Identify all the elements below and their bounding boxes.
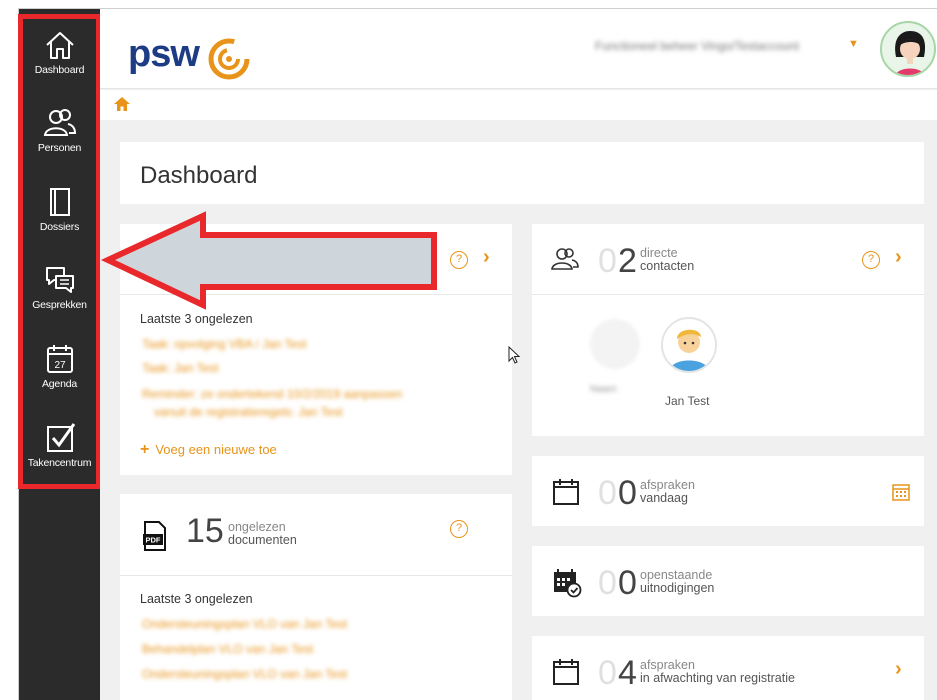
user-name[interactable]: Functioneel beheer Vingo/Testaccount [595,39,799,53]
logo-text: psw [128,33,200,75]
divider [532,294,924,295]
chevron-down-icon[interactable]: ▼ [848,38,859,50]
count-prefix: 0 [598,474,617,512]
list-item[interactable]: Reminder: ze ondertekend 10/2/2019 aanpa… [142,387,402,401]
avatar[interactable] [880,21,936,77]
section-label: Laatste 3 ongelezen [140,592,253,606]
count-prefix: 0 [598,564,617,602]
list-item[interactable]: Ondersteuningsplan VLO van Jan Test [142,667,347,681]
help-icon[interactable]: ? [450,251,468,269]
pending-caption: afspraken in afwachting van registratie [640,659,795,685]
sidebar-item-label: Gesprekken [32,299,87,311]
top-bar: psw Functioneel beheer Vingo/Testaccount… [100,9,937,89]
sidebar-item-label: Personen [37,142,82,154]
contacts-caption: directe contacten [640,247,694,273]
documents-count: 15 [186,512,224,550]
add-new-link[interactable]: + Voeg een nieuwe toe [140,441,277,459]
appointments-today-card: 0 0 afspraken vandaag [532,456,924,526]
calendar-icon [553,479,579,505]
contacts-card: 0 2 directe contacten ? › Naam Jan Test [532,224,924,436]
user-avatar-icon [664,320,714,371]
caption-line: uitnodigingen [640,581,715,595]
help-icon[interactable]: ? [450,520,468,538]
chat-icon [45,267,74,293]
page-title-card: Dashboard [120,142,924,204]
sidebar-item-personen[interactable]: Personen [19,107,100,154]
logo-swirl-icon [208,38,250,80]
chevron-right-icon[interactable]: › [483,246,490,269]
invitations-caption: openstaande uitnodigingen [640,569,714,595]
sidebar: Dashboard Personen Dossiers Gesprekken 2… [19,9,100,700]
list-item[interactable]: Taak: opvolging VBA / Jan Test [142,337,307,351]
sidebar-item-takencentrum[interactable]: Takencentrum [19,422,100,469]
invitations-card: 0 0 openstaande uitnodigingen [532,546,924,616]
people-icon [43,109,76,136]
calendar-check-icon [554,569,582,598]
sidebar-item-dashboard[interactable]: Dashboard [19,29,100,76]
pdf-file-icon: PDF [143,521,166,551]
pending-count: 4 [618,654,637,692]
people-icon [551,248,579,270]
breadcrumb [100,90,937,120]
page-title: Dashboard [140,162,258,189]
svg-text:PDF: PDF [146,536,161,545]
calendar-day: 27 [54,360,66,371]
documents-caption: ongelezen documenten [228,521,297,547]
plus-icon: + [140,441,150,458]
home-icon[interactable] [114,97,130,111]
appointments-count: 0 [618,474,637,512]
count-prefix: 0 [598,654,617,692]
avatar[interactable] [590,319,640,369]
sidebar-item-agenda[interactable]: 27 Agenda [19,343,100,390]
list-item[interactable]: vanuit de registratieregels: Jan Test [154,405,343,419]
contact-name[interactable]: Jan Test [665,394,709,408]
caption-line: in afwachting van registratie [640,671,795,685]
avatar[interactable] [661,317,717,373]
pending-registration-card: 0 4 afspraken in afwachting van registra… [532,636,924,700]
sidebar-item-label: Dashboard [34,64,85,76]
list-item[interactable]: Taak: Jan Test [142,361,219,375]
cursor-icon [508,346,520,364]
documents-card: PDF 15 ongelezen documenten ? Laatste 3 … [120,494,512,700]
contacts-count: 2 [618,242,637,280]
annotation-arrow [100,211,437,310]
divider [120,575,512,576]
invitations-count: 0 [618,564,637,602]
sidebar-item-label: Agenda [41,378,77,390]
caption-line: vandaag [640,491,688,505]
user-avatar-icon [895,31,926,75]
calendar-icon [553,659,579,685]
add-new-label: Voeg een nieuwe toe [155,442,277,457]
sidebar-item-label: Takencentrum [27,457,92,469]
appointments-caption: afspraken vandaag [640,479,695,505]
sidebar-item-gesprekken[interactable]: Gesprekken [19,264,100,311]
chevron-right-icon[interactable]: › [895,658,902,681]
list-item[interactable]: Behandelplan VLO van Jan Test [142,642,313,656]
caption-line: contacten [640,259,695,273]
calendar-icon: 27 [46,345,73,373]
calendar-grid-icon[interactable] [892,483,910,501]
list-item[interactable]: Ondersteuningsplan VLO van Jan Test [142,617,347,631]
book-icon [49,188,70,216]
contact-name[interactable]: Naam [590,384,617,395]
sidebar-item-dossiers[interactable]: Dossiers [19,186,100,233]
home-icon [45,32,74,59]
checkbox-icon [46,423,75,452]
section-label: Laatste 3 ongelezen [140,312,253,326]
help-icon[interactable]: ? [862,251,880,269]
caption-line: documenten [228,533,297,547]
contacts-count-prefix: 0 [598,242,617,280]
sidebar-item-label: Dossiers [39,221,80,233]
chevron-right-icon[interactable]: › [895,246,902,269]
